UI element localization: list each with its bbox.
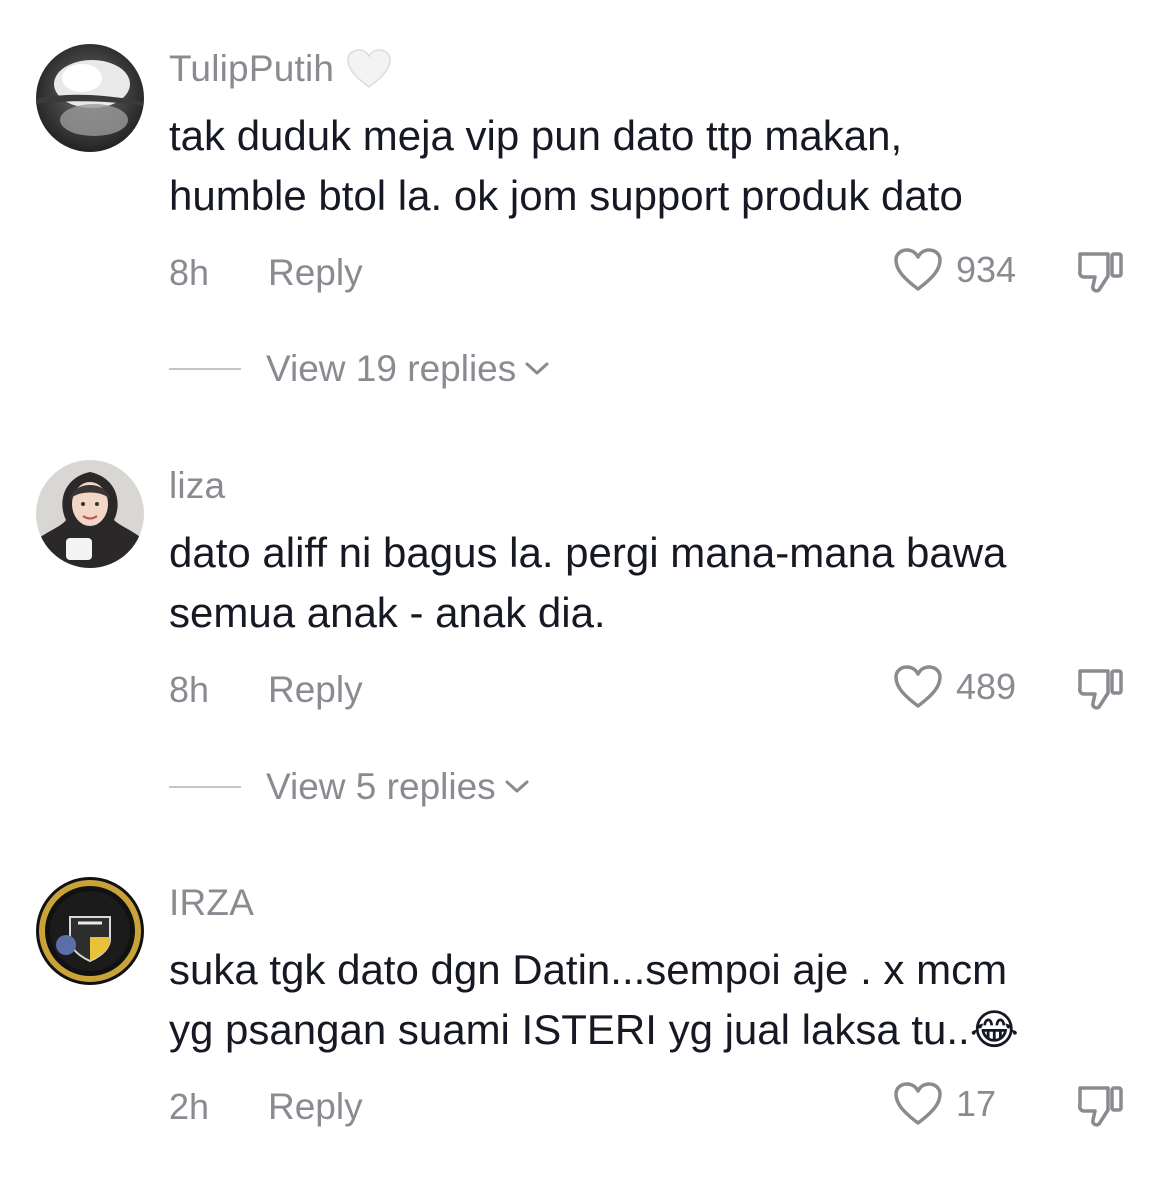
comment-username[interactable]: TulipPutih [169, 48, 392, 90]
replies-divider [169, 786, 241, 788]
comment-text: dato aliff ni bagus la. pergi mana-mana … [169, 529, 1007, 636]
dislike-button[interactable] [1074, 246, 1126, 303]
comment-time: 8h [169, 252, 210, 293]
reply-button[interactable]: Reply [268, 669, 363, 711]
white-heart-icon [346, 48, 392, 90]
heart-outline-icon [894, 665, 942, 708]
view-replies-label: View 19 replies [266, 348, 517, 389]
avatar[interactable] [36, 460, 144, 568]
avatar-image [36, 877, 144, 985]
reply-button[interactable]: Reply [268, 1086, 363, 1128]
comment-text: suka tgk dato dgn Datin...sempoi aje . x… [169, 946, 1019, 1053]
like-count: 934 [956, 249, 1017, 290]
reply-button[interactable]: Reply [268, 252, 363, 294]
like-count: 17 [956, 1083, 997, 1124]
chevron-down-icon [524, 361, 550, 377]
view-replies-label: View 5 replies [266, 766, 496, 807]
comment-text: tak duduk meja vip pun dato ttp makan, h… [169, 112, 963, 219]
thumbs-down-icon [1078, 252, 1123, 293]
heart-outline-icon [894, 248, 942, 291]
chevron-down-icon [504, 779, 530, 795]
comment-time: 8h [169, 669, 210, 710]
avatar[interactable] [36, 44, 144, 152]
comment-meta: 2h Reply 17 [169, 1082, 1129, 1136]
dislike-button[interactable] [1074, 1080, 1126, 1137]
thumbs-down-icon [1078, 1086, 1123, 1127]
comment-time: 2h [169, 1086, 210, 1127]
dislike-button[interactable] [1074, 663, 1126, 720]
thumbs-down-icon [1078, 669, 1123, 710]
avatar[interactable] [36, 877, 144, 985]
username-text[interactable]: IRZA [169, 882, 254, 924]
heart-outline-icon [894, 1082, 942, 1125]
avatar-image [36, 460, 144, 568]
username-text[interactable]: TulipPutih [169, 48, 334, 90]
like-button[interactable]: 17 [892, 1080, 996, 1128]
view-replies-button[interactable]: View 5 replies [169, 762, 530, 812]
like-button[interactable]: 489 [892, 663, 1016, 711]
like-count: 489 [956, 666, 1017, 707]
comment-meta: 8h Reply 489 [169, 665, 1129, 719]
comment-username[interactable]: liza [169, 465, 225, 507]
comment-username[interactable]: IRZA [169, 882, 254, 924]
avatar-image [36, 44, 144, 152]
view-replies-button[interactable]: View 19 replies [169, 344, 550, 394]
like-button[interactable]: 934 [892, 246, 1016, 294]
comment-meta: 8h Reply 934 [169, 248, 1129, 302]
replies-divider [169, 368, 241, 370]
username-text[interactable]: liza [169, 465, 225, 507]
